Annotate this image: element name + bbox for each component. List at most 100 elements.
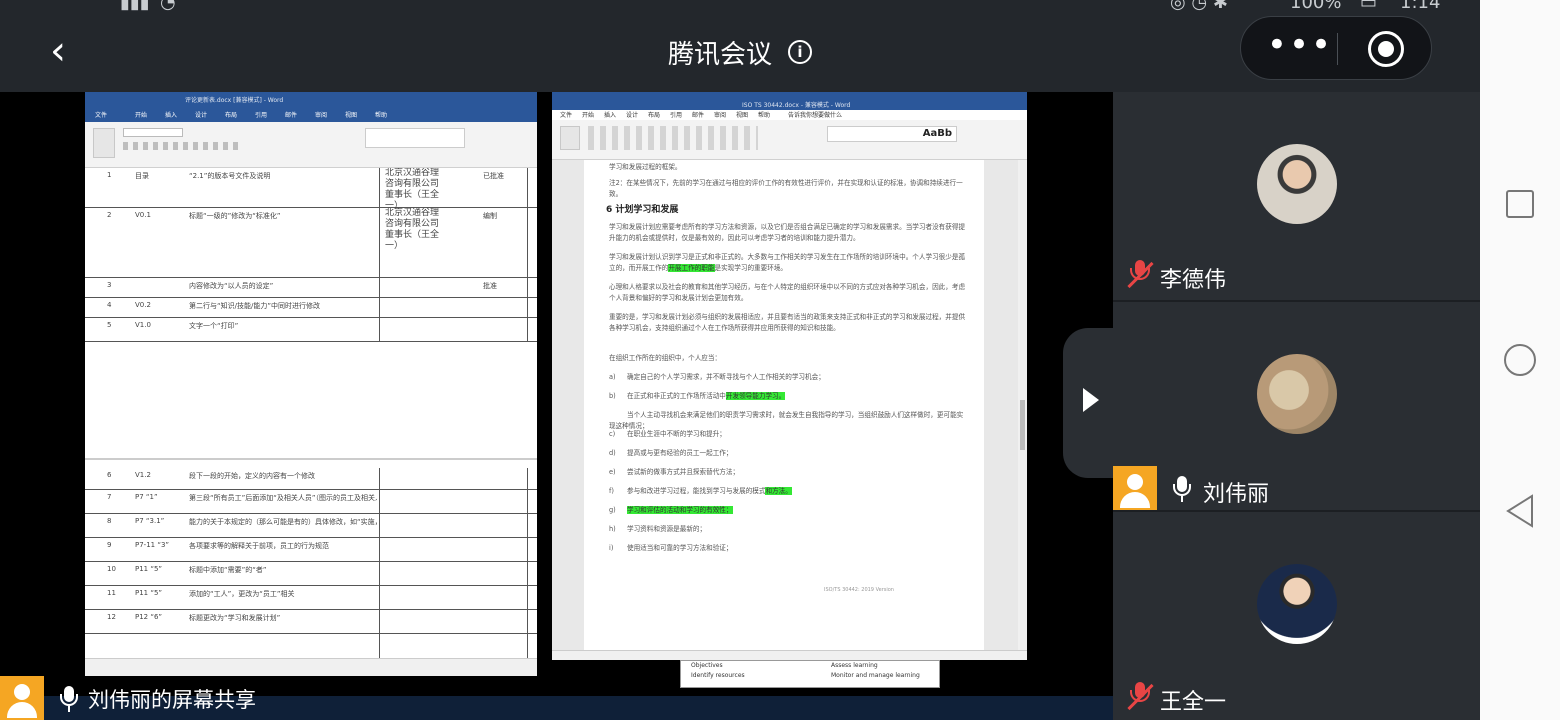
table-cell-ver: P12 “6”	[135, 613, 163, 621]
table-cell-ver: V1.0	[135, 321, 151, 329]
ribbon-tab[interactable]: 引用	[670, 110, 682, 119]
list-highlight: 和方法。	[765, 487, 792, 495]
list-marker: c)	[609, 430, 616, 438]
table-cell-no: 8	[107, 517, 112, 525]
ribbon-tab[interactable]: 告诉我你想要做什么	[788, 110, 842, 119]
play-arrow-icon[interactable]	[1083, 388, 1099, 412]
capsule-divider	[1337, 33, 1338, 65]
participant-tile[interactable]: 王全一	[1113, 512, 1480, 720]
font-select[interactable]	[123, 128, 183, 137]
ribbon-tab[interactable]: 视图	[345, 110, 357, 119]
paragraph-2: 学习和发展计划认识到学习是正式和非正式的。大多数与工作相关的学习发生在工作场所的…	[609, 252, 969, 273]
list-marker: g)	[609, 506, 616, 514]
close-miniprogram-icon[interactable]	[1368, 31, 1404, 67]
page-footer: ISO/TS 30442: 2019 Version	[824, 587, 894, 593]
left-word-window: 评论更新表.docx [兼容模式] - Word 文件 开始 插入 设计 布局 引用 邮件 审…	[85, 92, 537, 676]
panel-toggle[interactable]	[1063, 328, 1113, 478]
ribbon-tab[interactable]: 布局	[648, 110, 660, 119]
table-row: 11 P11 “5” 添加的“工人”，更改为“员工”相关	[85, 586, 537, 610]
table-cell-date: 批准	[483, 282, 497, 290]
styles-gallery[interactable]	[365, 128, 465, 148]
participant-tile[interactable]: 李德伟	[1113, 92, 1480, 300]
left-ribbon-toolbar	[85, 122, 537, 168]
format-buttons[interactable]	[123, 142, 243, 150]
table-row: 1 目录 “2.1”的版本号文件及说明 北京汉通谷理咨询有限公司董事长（王全一） 已批准	[85, 168, 537, 211]
ribbon-tab[interactable]: 开始	[582, 110, 594, 119]
table-cell-change: 内容修改为“以人员的设定”	[189, 282, 274, 290]
paste-icon[interactable]	[93, 128, 115, 158]
doc-scrollbar[interactable]	[1018, 160, 1027, 650]
list-highlight: 开发领导能力学习。	[725, 392, 786, 400]
table-cell-no: 7	[107, 493, 112, 501]
ribbon-tab[interactable]: 布局	[225, 110, 237, 119]
ribbon-tab[interactable]: 帮助	[758, 110, 770, 119]
list-text: 在正式和非正式的工作场所活动中	[627, 392, 726, 400]
android-nav-bar	[1480, 0, 1560, 720]
table-cell-ver: P7-11 “3”	[135, 541, 170, 549]
ribbon-tab[interactable]: 插入	[165, 110, 177, 119]
mic-muted-icon	[1127, 682, 1154, 712]
table-cell-no: 2	[107, 211, 112, 219]
table-cell-change: 标题“一级的”修改为“标准化”	[189, 212, 281, 220]
styles-gallery-2[interactable]: AaBb	[827, 126, 957, 142]
battery-percent: 100%	[1290, 0, 1342, 12]
right-page[interactable]: 学习和发展过程的框架。 注2：在某些情况下，先前的学习在通过与相应的评价工作的有…	[584, 160, 984, 650]
ribbon-tab[interactable]: 审阅	[315, 110, 327, 119]
ribbon-tab[interactable]: 设计	[195, 110, 207, 119]
ribbon-tab[interactable]: 审阅	[714, 110, 726, 119]
participant-tile-sharer[interactable]: 刘伟丽	[1113, 302, 1480, 510]
back-button[interactable]	[1480, 494, 1560, 528]
more-options-icon[interactable]: •••	[1265, 23, 1335, 73]
note-top: 学习和发展过程的框架。	[609, 163, 682, 171]
alarm-icon: ◎ ◷ ✱	[1170, 0, 1228, 12]
list-item: d) 提高或与更有经验的员工一起工作；	[609, 448, 969, 459]
table-cell-change: 标题中添加“需要”的“者”	[189, 566, 267, 574]
table-row: 9 P7-11 “3” 各项要求等的解释关于前项，员工的行为规范	[85, 538, 537, 562]
slide-bullet-3: Assess learning	[831, 662, 878, 669]
list-item: 当个人主动寻找机会来满足他们的职责学习需求时，就会发生自我指导的学习，当组织鼓励…	[609, 410, 969, 431]
ribbon-tab[interactable]: 邮件	[285, 110, 297, 119]
info-icon[interactable]: i	[788, 40, 812, 64]
table-cell-change: 标题更改为“学习和发展计划”	[189, 614, 281, 622]
ribbon-tab[interactable]: 设计	[626, 110, 638, 119]
table-cell-ver: V0.1	[135, 211, 151, 219]
list-item: i) 使用适当和可靠的学习方法和验证；	[609, 543, 969, 554]
ribbon-tab[interactable]: 邮件	[692, 110, 704, 119]
right-word-titlebar: ISO TS 30442.docx - 兼容模式 - Word 文件 开始 插入 设计…	[552, 92, 1027, 120]
ribbon-tab[interactable]: 文件	[95, 110, 107, 119]
share-label: 刘伟丽的屏幕共享	[88, 688, 256, 712]
slide-bullet-1: Objectives	[691, 662, 723, 669]
participant-badge	[1113, 466, 1157, 510]
ribbon-tab[interactable]: 文件	[560, 110, 572, 119]
paste-icon-2[interactable]	[560, 126, 580, 150]
list-item: f) 参与和改进学习过程，能找到学习与发展的模式和方法。	[609, 486, 969, 497]
list-text: 在职业生涯中不断的学习和提升；	[627, 430, 726, 438]
list-marker: h)	[609, 525, 616, 533]
paragraph-2-tail: 是实现学习的重要环境。	[714, 263, 788, 272]
ribbon-tab[interactable]: 插入	[604, 110, 616, 119]
ribbon-tab[interactable]: 帮助	[375, 110, 387, 119]
person-body-icon	[1120, 492, 1150, 508]
table-cell-no: 10	[107, 565, 116, 573]
table-cell-no: 9	[107, 541, 112, 549]
table-cell-no: 6	[107, 471, 112, 479]
ribbon-tab[interactable]: 引用	[255, 110, 267, 119]
ribbon-tab[interactable]: 开始	[135, 110, 147, 119]
ribbon-tab[interactable]: 视图	[736, 110, 748, 119]
list-text: 确定自己的个人学习需求，并不断寻找与个人工作相关的学习机会；	[627, 373, 825, 381]
participant-avatar	[1257, 354, 1337, 434]
table-cell-change: “2.1”的版本号文件及说明	[189, 172, 271, 180]
format-buttons-2[interactable]	[588, 126, 758, 150]
scroll-thumb[interactable]	[1020, 400, 1025, 450]
recent-apps-button[interactable]	[1480, 190, 1560, 218]
list-text: 提高或与更有经验的员工一起工作；	[627, 449, 733, 457]
home-button[interactable]	[1480, 344, 1560, 376]
table-row: 10 P11 “5” 标题中添加“需要”的“者”	[85, 562, 537, 586]
mic-muted-icon	[1127, 260, 1154, 290]
table-cell-change: 段下一段的开始，定义的内容有一个修改	[189, 472, 315, 480]
slide-bullet-4: Monitor and manage learning	[831, 672, 920, 679]
back-arrow-icon[interactable]: ‹	[50, 31, 90, 72]
list-marker: i)	[609, 544, 614, 552]
list-item: c) 在职业生涯中不断的学习和提升；	[609, 429, 969, 440]
shared-screen[interactable]: 评论更新表.docx [兼容模式] - Word 文件 开始 插入 设计 布局 引用 邮件 审…	[0, 92, 1113, 720]
